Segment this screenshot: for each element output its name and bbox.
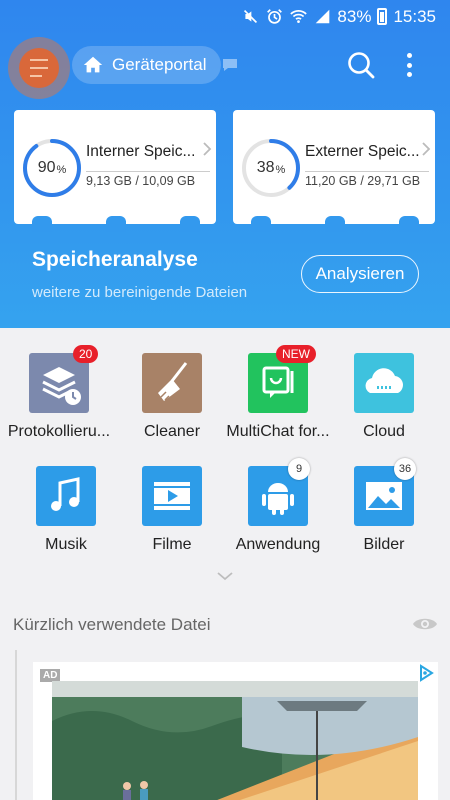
app-label: Anwendung (235, 536, 321, 553)
alarm-icon (265, 8, 283, 26)
chevron-right-icon (422, 142, 431, 156)
device-portal-button[interactable]: Geräteportal (72, 46, 221, 84)
chat-bubble-icon (223, 59, 237, 71)
home-icon (83, 56, 103, 73)
notification-badge: 20 (73, 345, 99, 363)
external-storage-card[interactable]: 38% Externer Speic... 11,20 GB / 29,71 G… (233, 110, 435, 232)
storage-size: 9,13 GB / 10,09 GB (86, 174, 196, 188)
app-cloud[interactable]: Cloud (328, 353, 440, 453)
app-music[interactable]: Musik (10, 466, 122, 566)
storage-title: Externer Speic... (305, 143, 420, 160)
ad-image (52, 681, 418, 800)
eye-icon[interactable] (412, 615, 438, 633)
timeline-line (15, 650, 17, 800)
storage-ring: 38% (241, 138, 301, 198)
new-badge: NEW (276, 345, 316, 363)
chevron-down-icon[interactable] (216, 570, 234, 582)
storage-percent: 90 (37, 159, 56, 176)
search-icon[interactable] (346, 50, 376, 80)
recent-files-title: Kürzlich verwendete Datei (13, 615, 211, 634)
battery-icon (377, 8, 388, 25)
status-time: 15:35 (393, 6, 436, 26)
storage-analysis-title: Speicheranalyse (32, 248, 198, 271)
cloud-icon (354, 353, 414, 413)
battery-percent: 83% (337, 6, 372, 26)
app-label: MultiChat for... (226, 423, 330, 440)
more-options-icon[interactable] (398, 50, 420, 80)
music-icon (36, 466, 96, 526)
app-applications[interactable]: 9 Anwendung (222, 458, 334, 566)
app-images[interactable]: 36 Bilder (328, 458, 440, 566)
app-label: Cloud (363, 423, 405, 440)
count-badge: 9 (288, 458, 310, 480)
mute-icon (241, 8, 259, 26)
divider (86, 171, 210, 172)
device-portal-label: Geräteportal (112, 55, 207, 74)
app-label: Cleaner (143, 423, 201, 440)
wifi-icon (289, 8, 307, 26)
app-label: Bilder (363, 536, 405, 553)
app-films[interactable]: Filme (116, 466, 228, 566)
internal-storage-card[interactable]: 90% Interner Speic... 9,13 GB / 10,09 GB (14, 110, 216, 232)
signal-icon (313, 8, 331, 26)
percent-sign: % (275, 164, 286, 176)
storage-ring: 90% (22, 138, 82, 198)
count-badge: 36 (394, 458, 416, 480)
percent-sign: % (56, 164, 67, 176)
storage-percent: 38 (256, 159, 275, 176)
menu-button[interactable] (8, 37, 70, 99)
app-cleaner[interactable]: Cleaner (116, 353, 228, 453)
app-label: Filme (152, 536, 192, 553)
storage-analysis-subtitle: weitere zu bereinigende Dateien (32, 284, 248, 301)
app-label: Protokollieru... (7, 423, 111, 440)
analyze-button[interactable]: Analysieren (301, 255, 419, 293)
broom-icon (142, 353, 202, 413)
divider (305, 171, 429, 172)
storage-size: 11,20 GB / 29,71 GB (305, 174, 421, 188)
app-log[interactable]: 20 Protokollieru... (3, 345, 115, 453)
hamburger-icon (19, 48, 59, 88)
adchoices-icon[interactable] (418, 664, 434, 682)
app-multichat[interactable]: NEW MultiChat for... (222, 345, 334, 453)
status-bar: 83% 15:35 (0, 0, 450, 33)
chevron-right-icon (203, 142, 212, 156)
film-icon (142, 466, 202, 526)
storage-title: Interner Speic... (86, 143, 196, 160)
ad-banner[interactable]: AD (33, 662, 438, 800)
app-label: Musik (45, 536, 87, 553)
